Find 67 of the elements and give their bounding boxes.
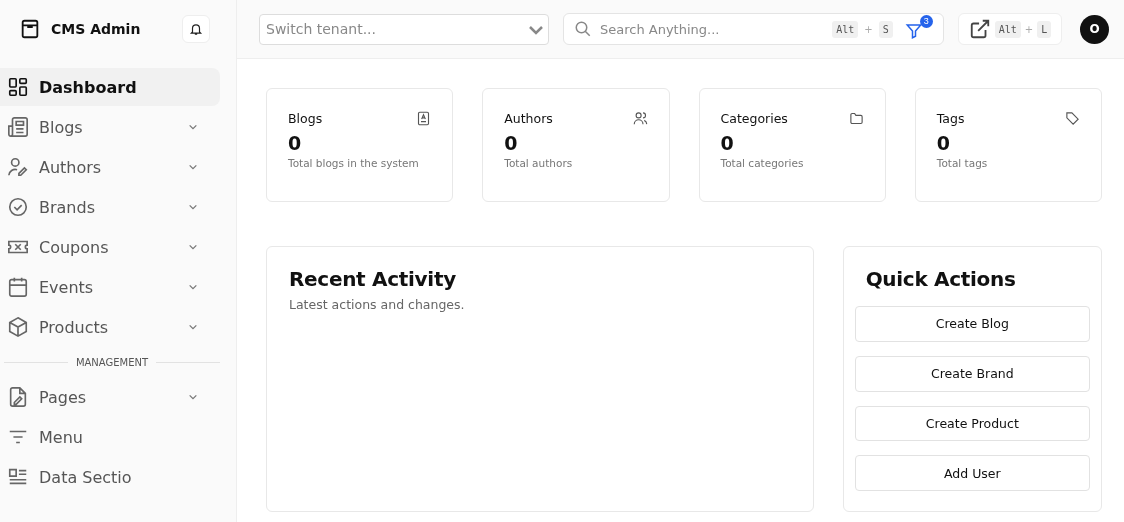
chevron-icon [188,122,198,132]
key-cap: S [878,20,893,38]
panel-subtitle: Latest actions and changes. [289,297,466,312]
stat-caption: Total categories [720,157,805,169]
bell-icon [189,22,203,36]
action-button[interactable]: Create Blog [854,306,1090,342]
tenant-select[interactable]: Switch tenant... [259,13,549,45]
sidebar-item[interactable]: Dashboard [0,68,220,106]
cube-icon [7,316,29,338]
sidebar-item[interactable]: Data Sectio [0,458,220,496]
chevron-icon [188,282,198,292]
action-button[interactable]: Add User [854,455,1090,491]
sidebar-item[interactable]: Menu [0,418,220,456]
stat-value: 0 [720,132,735,154]
contact-book-icon [416,111,432,126]
search-icon [574,20,592,38]
key-cap: Alt [832,20,859,38]
action-button[interactable]: Create Product [854,405,1090,442]
stat-title: Blogs [288,111,323,126]
stat-title: Tags [936,111,965,126]
stat-caption: Total tags [936,157,989,169]
sidebar-item[interactable]: Products [0,308,220,346]
stat-caption: Total blogs in the system [288,157,420,169]
count-badge: 3 [919,15,933,28]
users-icon [632,111,648,126]
sidebar-item[interactable]: Authors [0,148,220,186]
chevron-icon [188,162,198,172]
stat-value: 0 [288,132,303,154]
chevron-icon [188,202,198,212]
chevron-icon [188,392,198,402]
user-avatar[interactable]: O [1080,14,1109,44]
stat-title: Categories [720,111,788,126]
sidebar-item[interactable]: Coupons [0,228,220,266]
sidebar-item[interactable]: Brands [0,188,220,226]
search-field[interactable]: Search Anything... Alt + S 3 [563,13,944,45]
file-icon [7,386,29,408]
stat-value: 0 [504,132,519,154]
filter-icon [904,21,923,40]
stat-value: 0 [936,132,951,154]
chevron-icon [188,242,198,252]
app-title: CMS Admin [51,21,142,37]
chevron-icon [188,322,198,332]
key-cap: L [1037,20,1052,38]
stat-title: Authors [504,111,553,126]
box-icon [19,18,41,40]
key-cap: Alt [994,20,1021,38]
plus-sign: + [1024,23,1034,35]
plus-sign: + [864,23,873,35]
sidebar-item[interactable]: Blogs [0,108,220,146]
calendar-icon [7,276,29,298]
action-button[interactable]: Create Brand [854,355,1090,392]
newspaper-icon [7,116,29,138]
panel-title: Recent Activity [289,267,457,291]
user-pen-icon [7,156,29,178]
stat-caption: Total authors [504,157,574,169]
filter-button[interactable]: 3 [902,15,933,43]
section-label: MANAGEMENT [75,356,149,368]
tag-icon [1065,111,1080,126]
panel-title: Quick Actions [864,267,1017,291]
open-link-button[interactable]: Alt + L [957,13,1063,45]
external-link-icon [968,18,991,40]
grid-icon [7,76,29,98]
sidebar-item[interactable]: Pages [0,378,220,416]
notifications-button[interactable] [182,15,210,43]
folder-icon [848,111,864,126]
badge-check-icon [7,196,29,218]
sidebar-item[interactable]: Events [0,268,220,306]
